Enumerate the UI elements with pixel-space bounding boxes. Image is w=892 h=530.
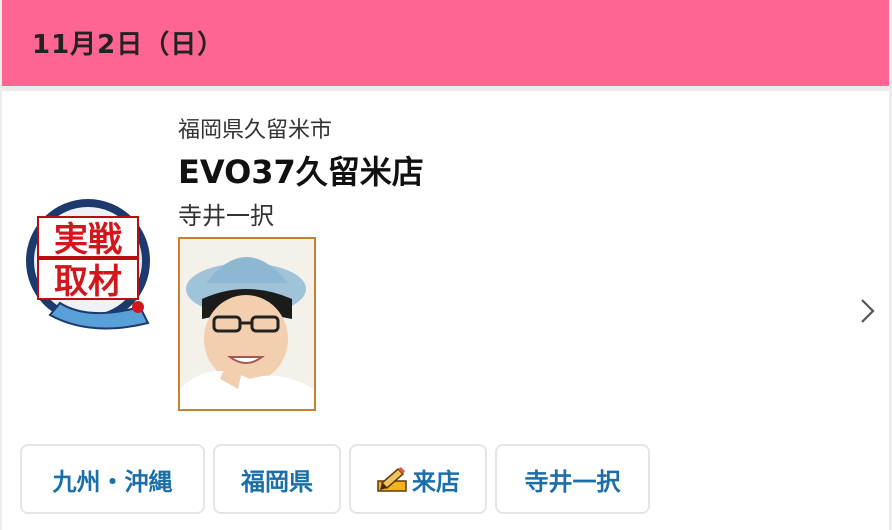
chevron-right-icon (861, 299, 875, 323)
pencil-icon (377, 467, 407, 492)
performer-name: 寺井一択 (178, 202, 274, 230)
event-link[interactable]: 実戦 取材 福岡県久留米市 EVO37久留米店 寺井一択 (2, 91, 889, 431)
tag-prefecture[interactable]: 福岡県 (213, 444, 341, 514)
tag-performer[interactable]: 寺井一択 (495, 444, 650, 514)
event-card: 実戦 取材 福岡県久留米市 EVO37久留米店 寺井一択 九州・沖縄 福岡県 来… (2, 91, 889, 530)
tag-region[interactable]: 九州・沖縄 (20, 444, 205, 514)
svg-text:実戦: 実戦 (54, 220, 122, 260)
jissen-shuzai-logo: 実戦 取材 (26, 199, 150, 330)
event-area: 福岡県久留米市 (178, 118, 333, 143)
tag-visit[interactable]: 来店 (349, 444, 487, 514)
date-title: 11月2日（日） (32, 30, 225, 60)
date-header: 11月2日（日） (2, 0, 889, 86)
performer-photo (178, 237, 316, 411)
shop-name: EVO37久留米店 (178, 153, 424, 191)
svg-text:取材: 取材 (54, 262, 122, 302)
